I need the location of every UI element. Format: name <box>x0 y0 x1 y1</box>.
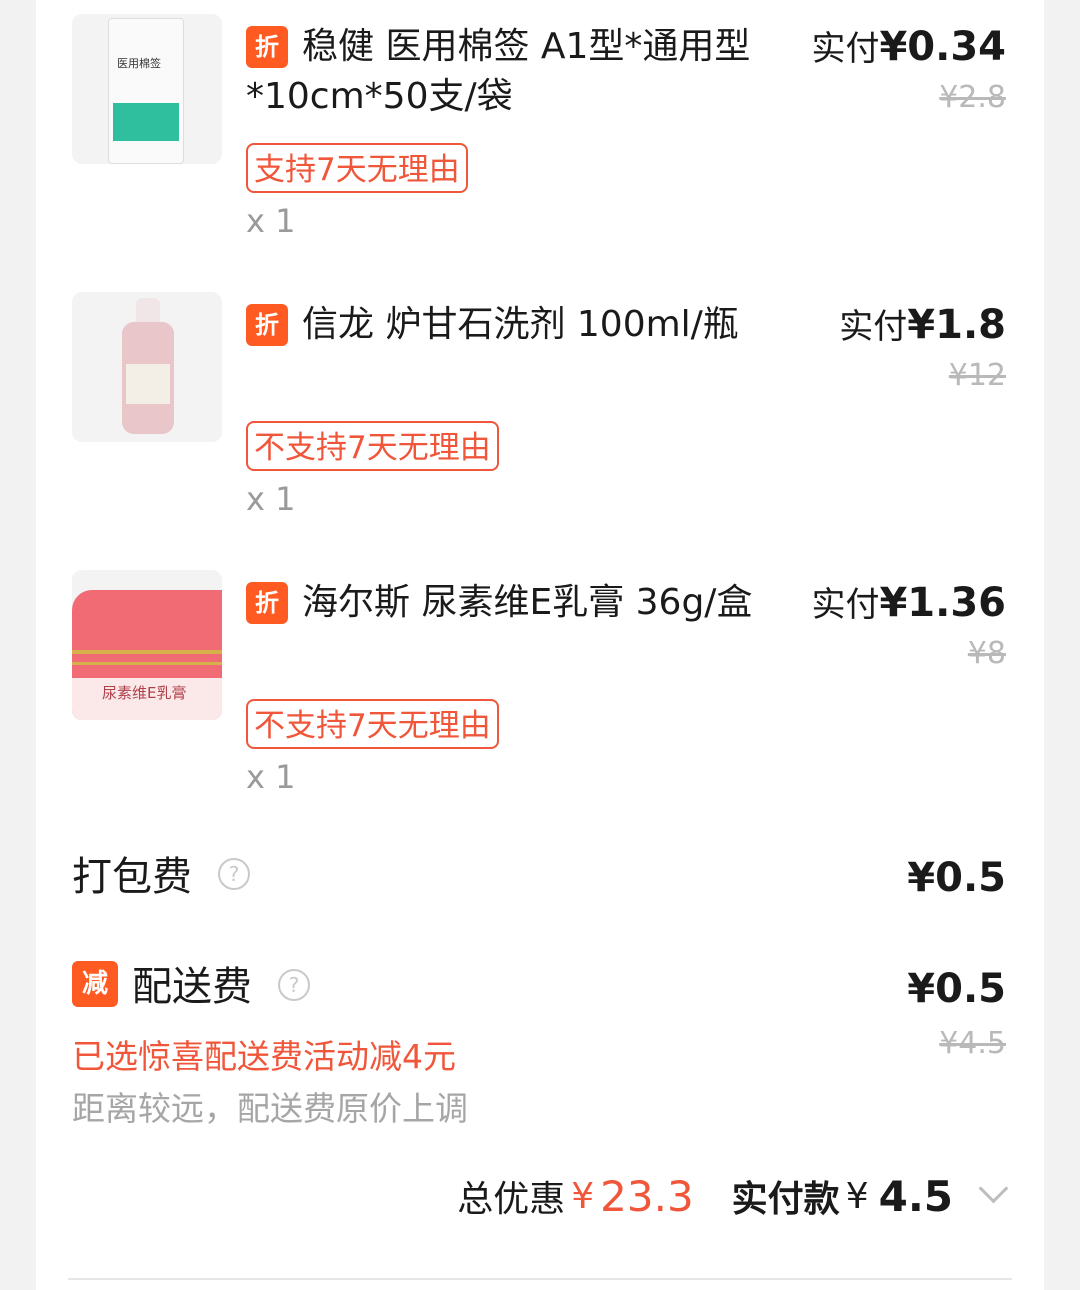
paid-total-label: 实付款 <box>731 1179 840 1220</box>
paid-total-value: 4.5 <box>878 1171 953 1221</box>
return-policy-tag: 不支持7天无理由 <box>246 699 499 749</box>
delivery-fee-label: 配送费 <box>132 964 252 1010</box>
help-circle-icon[interactable]: ? <box>218 858 250 890</box>
paid-currency: ¥ <box>845 1175 869 1217</box>
product-thumbnail[interactable]: 尿素维E乳膏 <box>72 570 222 720</box>
jar-label: 尿素维E乳膏 <box>72 678 222 720</box>
order-item[interactable]: 医用棉签 折 稳健 医用棉签 A1型*通用型*10cm*50支/袋 实付¥0.3… <box>36 0 1044 260</box>
help-circle-icon[interactable]: ? <box>278 969 310 1001</box>
cream-jar-image: 尿素维E乳膏 <box>72 590 222 720</box>
divider <box>68 1278 1012 1280</box>
paid-price: 实付¥0.34 <box>811 22 1006 74</box>
reduction-badge: 减 <box>72 961 118 1007</box>
order-item[interactable]: 尿素维E乳膏 折 海尔斯 尿素维E乳膏 36g/盒 实付¥1.36 ¥8 不支持… <box>36 556 1044 816</box>
bottle-label <box>126 364 170 404</box>
cotton-swab-pack-image: 医用棉签 <box>108 18 184 164</box>
quantity: x 1 <box>246 202 296 240</box>
paid-prefix: 实付 <box>811 29 880 69</box>
packing-fee-value: ¥0.5 <box>907 855 1006 901</box>
paid-price: 实付¥1.36 <box>811 578 1006 630</box>
product-title[interactable]: 稳健 医用棉签 A1型*通用型*10cm*50支/袋 <box>246 22 786 122</box>
original-price: ¥2.8 <box>939 80 1006 115</box>
paid-value: ¥0.34 <box>879 24 1006 70</box>
product-title[interactable]: 信龙 炉甘石洗剂 100ml/瓶 <box>246 300 786 350</box>
product-thumbnail[interactable] <box>72 292 222 442</box>
quantity: x 1 <box>246 758 296 796</box>
paid-prefix: 实付 <box>811 585 880 625</box>
return-policy-tag: 支持7天无理由 <box>246 143 468 193</box>
order-detail-card: 医用棉签 折 稳健 医用棉签 A1型*通用型*10cm*50支/袋 实付¥0.3… <box>36 0 1044 1290</box>
return-policy-tag: 不支持7天无理由 <box>246 421 499 471</box>
packing-fee-label: 打包费 <box>72 854 192 900</box>
product-title[interactable]: 海尔斯 尿素维E乳膏 36g/盒 <box>246 578 786 628</box>
delivery-promo-text: 已选惊喜配送费活动减4元 <box>72 1037 456 1076</box>
original-price: ¥12 <box>948 358 1006 393</box>
chevron-down-icon[interactable] <box>978 1173 1009 1203</box>
total-discount-value: 23.3 <box>600 1171 694 1221</box>
total-discount-label: 总优惠 <box>457 1179 566 1220</box>
paid-prefix: 实付 <box>839 307 908 347</box>
delivery-fee-value: ¥0.5 <box>907 966 1006 1012</box>
product-thumbnail[interactable]: 医用棉签 <box>72 14 222 164</box>
order-summary[interactable]: 总优惠 ¥ 23.3 实付款 ¥ 4.5 <box>457 1170 1009 1222</box>
order-item[interactable]: 折 信龙 炉甘石洗剂 100ml/瓶 实付¥1.8 ¥12 不支持7天无理由 x… <box>36 278 1044 538</box>
quantity: x 1 <box>246 480 296 518</box>
paid-price: 实付¥1.8 <box>839 300 1006 352</box>
discount-currency: ¥ <box>571 1175 595 1217</box>
pack-label: 医用棉签 <box>117 57 161 70</box>
original-price: ¥8 <box>967 636 1006 671</box>
paid-value: ¥1.36 <box>879 580 1006 626</box>
delivery-fee-original: ¥4.5 <box>939 1026 1006 1061</box>
delivery-note: 距离较远，配送费原价上调 <box>72 1089 468 1128</box>
paid-value: ¥1.8 <box>907 302 1006 348</box>
